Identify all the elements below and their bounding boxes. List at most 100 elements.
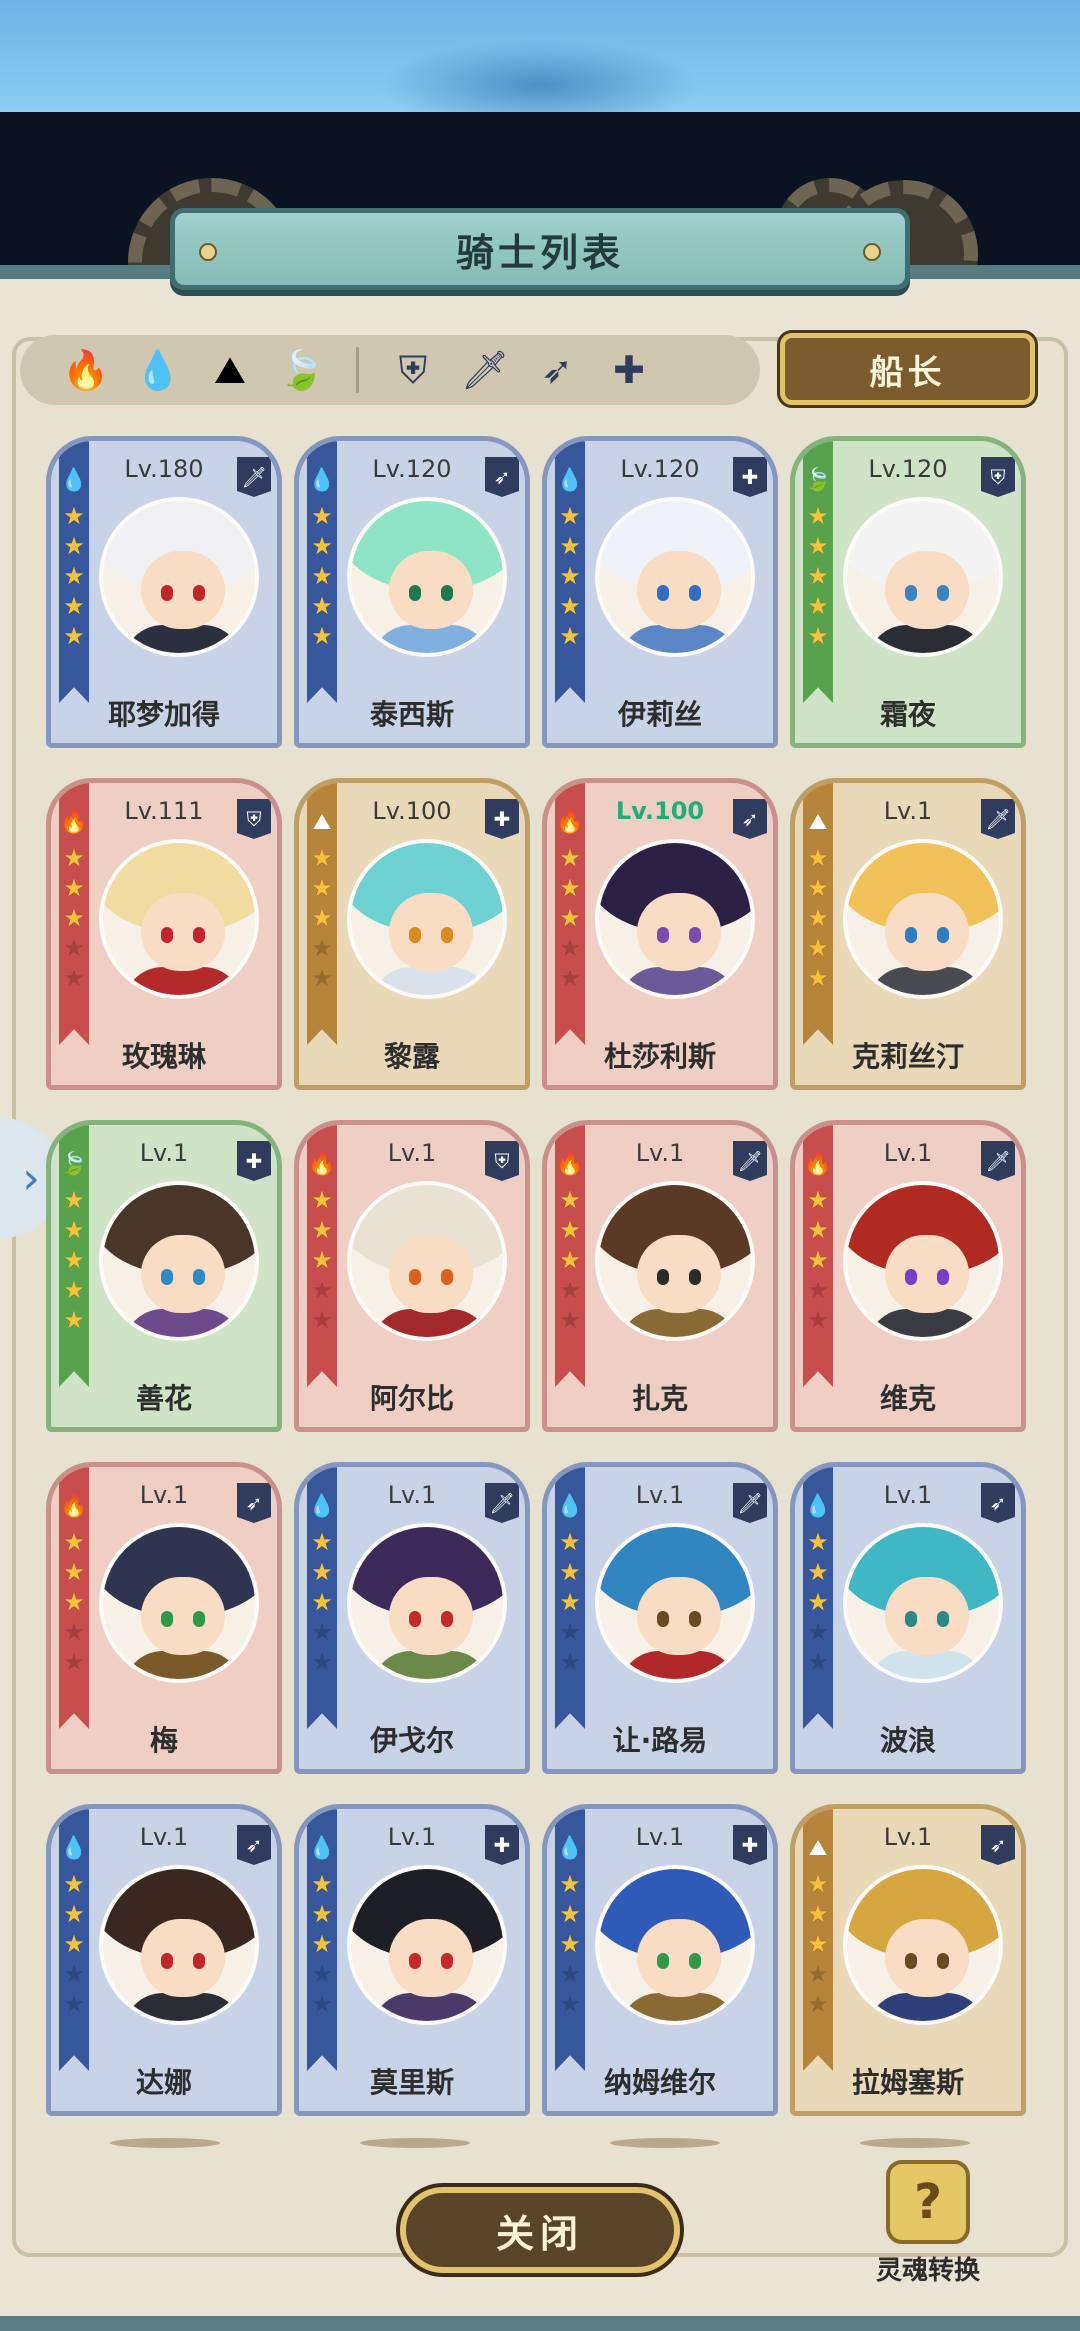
filter-wind-icon[interactable]: 🍃 (276, 344, 328, 396)
knight-portrait (99, 1865, 259, 2025)
knight-card[interactable]: 🔥 ★ ★ ★ ★ ★ Lv.1 🗡 扎克 (542, 1120, 778, 1432)
star-icon: ★ (63, 1588, 85, 1616)
star-rating: ★ ★ ★ ★ ★ (309, 1187, 335, 1333)
star-rating: ★ ★ ★ ★ ★ (309, 1529, 335, 1675)
star-icon: ★ (559, 502, 581, 530)
bow-class-icon: ➶ (733, 799, 767, 839)
knight-card[interactable]: 🔥 ★ ★ ★ ★ ★ Lv.1 ➶ 梅 (46, 1462, 282, 1774)
star-icon: ★ (63, 934, 85, 962)
knight-name: 莫里斯 (369, 2066, 454, 2099)
sword-class-icon: 🗡 (981, 799, 1015, 839)
star-rating: ★ ★ ★ ★ ★ (309, 845, 335, 991)
knight-name: 梅 (149, 1724, 178, 1757)
star-icon: ★ (311, 502, 333, 530)
soul-convert-button[interactable]: ? 灵魂转换 (868, 2160, 988, 2300)
filter-shield-icon[interactable]: ⛨ (387, 344, 439, 396)
knight-card[interactable]: 💧 ★ ★ ★ ★ ★ Lv.1 🗡 伊戈尔 (294, 1462, 530, 1774)
star-icon: ★ (807, 1960, 829, 1988)
knight-card[interactable]: 🔥 ★ ★ ★ ★ ★ Lv.111 ⛨ 玫瑰琳 (46, 778, 282, 1090)
knight-card[interactable]: 🍃 ★ ★ ★ ★ ★ Lv.1 ✚ 善花 (46, 1120, 282, 1432)
knight-card[interactable]: 🔥 ★ ★ ★ ★ ★ Lv.100 ➶ 杜莎利斯 (542, 778, 778, 1090)
soul-convert-icon: ? (886, 2160, 970, 2244)
knight-portrait (843, 839, 1003, 999)
star-rating: ★ ★ ★ ★ ★ (805, 1529, 831, 1675)
knight-card[interactable]: 💧 ★ ★ ★ ★ ★ Lv.1 ➶ 达娜 (46, 1804, 282, 2116)
knight-card[interactable]: ⛰ ★ ★ ★ ★ ★ Lv.100 ✚ 黎露 (294, 778, 530, 1090)
next-row-peek (360, 2138, 470, 2148)
star-icon: ★ (63, 964, 85, 992)
bow-class-icon: ➶ (237, 1825, 271, 1865)
sword-class-icon: 🗡 (733, 1483, 767, 1523)
knight-portrait (347, 1523, 507, 1683)
sword-class-icon: 🗡 (485, 1483, 519, 1523)
sword-class-icon: 🗡 (237, 457, 271, 497)
star-icon: ★ (559, 1960, 581, 1988)
star-icon: ★ (311, 592, 333, 620)
healer-class-icon: ✚ (237, 1141, 271, 1181)
close-button[interactable]: 关闭 (400, 2187, 680, 2273)
star-icon: ★ (63, 1618, 85, 1646)
knight-card[interactable]: ⛰ ★ ★ ★ ★ ★ Lv.1 ➶ 拉姆塞斯 (790, 1804, 1026, 2116)
captain-button[interactable]: 船长 (780, 333, 1035, 405)
knight-name: 伊戈尔 (369, 1724, 454, 1757)
knight-portrait (99, 1523, 259, 1683)
knight-name: 杜莎利斯 (603, 1040, 716, 1073)
next-row-peek (860, 2138, 970, 2148)
star-icon: ★ (559, 1276, 581, 1304)
knight-card[interactable]: 💧 ★ ★ ★ ★ ★ Lv.120 ➶ 泰西斯 (294, 436, 530, 748)
star-icon: ★ (311, 874, 333, 902)
star-icon: ★ (807, 1900, 829, 1928)
sky-background (0, 0, 1080, 130)
knight-card[interactable]: 💧 ★ ★ ★ ★ ★ Lv.1 ➶ 波浪 (790, 1462, 1026, 1774)
star-rating: ★ ★ ★ ★ ★ (557, 1529, 583, 1675)
filter-bow-icon[interactable]: ➶ (531, 344, 583, 396)
knight-card[interactable]: 💧 ★ ★ ★ ★ ★ Lv.120 ✚ 伊莉丝 (542, 436, 778, 748)
star-icon: ★ (63, 904, 85, 932)
star-icon: ★ (63, 1960, 85, 1988)
knight-portrait (347, 839, 507, 999)
knight-portrait (843, 497, 1003, 657)
filter-fire-icon[interactable]: 🔥 (60, 344, 112, 396)
knight-name: 泰西斯 (369, 698, 454, 731)
knight-grid: 💧 ★ ★ ★ ★ ★ Lv.180 🗡 耶梦加得 💧 ★ ★ ★ ★ ★ Lv.120 ➶ 泰西斯 💧 ★ ★ ★ ★ ★ L… (46, 436, 1026, 2116)
knight-card[interactable]: 💧 ★ ★ ★ ★ ★ Lv.180 🗡 耶梦加得 (46, 436, 282, 748)
knight-card[interactable]: 🍃 ★ ★ ★ ★ ★ Lv.120 ⛨ 霜夜 (790, 436, 1026, 748)
star-icon: ★ (311, 1558, 333, 1586)
star-icon: ★ (559, 1306, 581, 1334)
star-icon: ★ (559, 1990, 581, 2018)
star-rating: ★ ★ ★ ★ ★ (61, 845, 87, 991)
bow-class-icon: ➶ (981, 1483, 1015, 1523)
knight-card[interactable]: 🔥 ★ ★ ★ ★ ★ Lv.1 🗡 维克 (790, 1120, 1026, 1432)
filter-sword-icon[interactable]: 🗡 (459, 344, 511, 396)
star-icon: ★ (63, 874, 85, 902)
filter-earth-icon[interactable]: ⛰ (204, 344, 256, 396)
filter-water-icon[interactable]: 💧 (132, 344, 184, 396)
star-icon: ★ (807, 874, 829, 902)
star-rating: ★ ★ ★ ★ ★ (557, 1187, 583, 1333)
star-icon: ★ (63, 532, 85, 560)
star-icon: ★ (311, 1870, 333, 1898)
healer-class-icon: ✚ (733, 1825, 767, 1865)
star-icon: ★ (559, 1246, 581, 1274)
star-icon: ★ (311, 1588, 333, 1616)
knight-card[interactable]: 💧 ★ ★ ★ ★ ★ Lv.1 ✚ 莫里斯 (294, 1804, 530, 2116)
star-icon: ★ (559, 1870, 581, 1898)
star-icon: ★ (559, 1900, 581, 1928)
knight-portrait (347, 1865, 507, 2025)
star-icon: ★ (807, 1930, 829, 1958)
healer-class-icon: ✚ (485, 799, 519, 839)
knight-name: 阿尔比 (369, 1382, 454, 1415)
knight-card[interactable]: ⛰ ★ ★ ★ ★ ★ Lv.1 🗡 克莉丝汀 (790, 778, 1026, 1090)
bow-class-icon: ➶ (485, 457, 519, 497)
knight-card[interactable]: 💧 ★ ★ ★ ★ ★ Lv.1 🗡 让·路易 (542, 1462, 778, 1774)
filter-healer-icon[interactable]: ✚ (603, 344, 655, 396)
knight-name: 让·路易 (612, 1724, 708, 1757)
knight-card[interactable]: 🔥 ★ ★ ★ ★ ★ Lv.1 ⛨ 阿尔比 (294, 1120, 530, 1432)
knight-card[interactable]: 💧 ★ ★ ★ ★ ★ Lv.1 ✚ 纳姆维尔 (542, 1804, 778, 2116)
star-icon: ★ (559, 904, 581, 932)
star-icon: ★ (311, 934, 333, 962)
star-icon: ★ (807, 1216, 829, 1244)
star-icon: ★ (63, 1216, 85, 1244)
star-icon: ★ (311, 904, 333, 932)
star-icon: ★ (311, 1186, 333, 1214)
